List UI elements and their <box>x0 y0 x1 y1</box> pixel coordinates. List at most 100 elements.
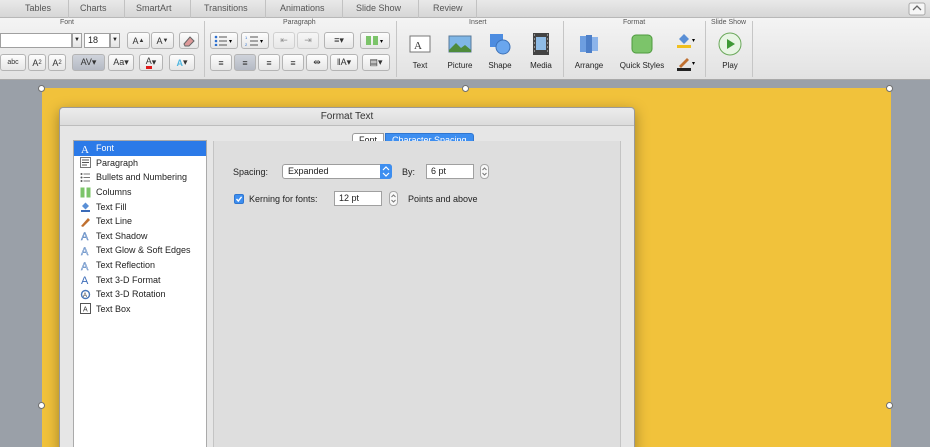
category-text-shadow[interactable]: A Text Shadow <box>74 229 206 244</box>
font-name-dropdown[interactable]: ▼ <box>72 33 82 48</box>
superscript-button[interactable]: A2 <box>28 54 46 71</box>
tab-divider <box>190 0 191 18</box>
justify-button[interactable]: ≡ <box>282 54 304 71</box>
category-font[interactable]: A Font <box>74 141 206 156</box>
format-text-dialog: Format Text Font Character Spacing A Fon… <box>59 107 635 447</box>
grow-font-button[interactable]: A ▲ <box>127 32 150 49</box>
stepper-icon <box>391 194 396 203</box>
bullets-icon: ▾ <box>214 35 232 46</box>
shrink-font-button[interactable]: A ▼ <box>151 32 174 49</box>
collapse-ribbon-icon[interactable] <box>908 2 926 16</box>
tab-animations[interactable]: Animations <box>280 3 325 13</box>
line-spacing-button[interactable]: ≡▾ <box>324 32 354 49</box>
pen-icon <box>81 217 90 227</box>
change-case-button[interactable]: Aa▾ <box>108 54 134 71</box>
arrange-button[interactable]: Arrange <box>566 30 612 78</box>
svg-text:A: A <box>81 144 89 154</box>
play-icon <box>718 32 742 56</box>
category-bullets-numbering[interactable]: Bullets and Numbering <box>74 170 206 185</box>
kerning-field[interactable]: 12 pt <box>334 191 382 206</box>
category-paragraph[interactable]: Paragraph <box>74 156 206 171</box>
shape-icon <box>490 34 511 55</box>
insert-media-button[interactable]: Media <box>518 30 564 78</box>
tab-transitions[interactable]: Transitions <box>204 3 248 13</box>
align-right-button[interactable]: ≡ <box>258 54 280 71</box>
font-size-field[interactable]: 18 <box>84 33 110 48</box>
category-columns[interactable]: Columns <box>74 185 206 200</box>
font-size-dropdown[interactable]: ▼ <box>110 33 120 48</box>
rotation-icon: A <box>80 289 91 299</box>
category-text-box[interactable]: A Text Box <box>74 302 206 317</box>
align-left-button[interactable]: ≡ <box>210 54 232 71</box>
category-label: Paragraph <box>96 157 139 168</box>
tab-tables[interactable]: Tables <box>25 3 51 13</box>
category-text-glow[interactable]: A Text Glow & Soft Edges <box>74 243 206 258</box>
category-text-reflection[interactable]: A Text Reflection <box>74 258 206 273</box>
kerning-stepper[interactable] <box>389 191 398 206</box>
category-label: Columns <box>96 187 132 198</box>
insert-shape-button[interactable]: Shape <box>477 30 523 78</box>
category-text-fill[interactable]: Text Fill <box>74 199 206 214</box>
font-color-button[interactable]: A ▾ <box>139 54 163 71</box>
category-label: Text Fill <box>96 201 127 212</box>
tab-smartart[interactable]: SmartArt <box>136 3 172 13</box>
text-box-icon: A <box>80 303 91 315</box>
character-spacing-button[interactable]: AV▾ <box>72 54 105 71</box>
font-a-icon: A <box>81 144 89 154</box>
by-stepper[interactable] <box>480 164 489 179</box>
resize-handle[interactable] <box>462 85 469 92</box>
kerning-checkbox[interactable] <box>234 194 244 204</box>
3d-a-icon: A <box>81 275 89 285</box>
play-label: Play <box>722 61 738 70</box>
numbering-icon: 1 2 ▾ <box>245 35 263 46</box>
subscript-button[interactable]: A2 <box>48 54 66 71</box>
spacing-label: Spacing: <box>233 167 269 177</box>
shadow-a-icon: A <box>81 231 89 241</box>
resize-handle[interactable] <box>886 402 893 409</box>
columns-button[interactable]: ▾ <box>360 32 390 49</box>
resize-handle[interactable] <box>38 85 45 92</box>
group-divider <box>204 21 205 77</box>
text-direction-button[interactable]: ‖A▾ <box>330 54 358 71</box>
picture-icon <box>448 35 472 53</box>
strikethrough-button[interactable]: abc <box>0 54 26 71</box>
play-button[interactable]: Play <box>707 30 753 78</box>
pen-icon: ▾ <box>677 57 695 71</box>
distribute-button[interactable]: ⇹ <box>306 54 328 71</box>
glow-a-icon: A <box>81 246 89 256</box>
arrange-label: Arrange <box>574 61 604 70</box>
svg-text:A: A <box>81 231 89 241</box>
resize-handle[interactable] <box>886 85 893 92</box>
category-text-3d-rotation[interactable]: A Text 3-D Rotation <box>74 287 206 302</box>
svg-text:▾: ▾ <box>692 61 695 67</box>
shape-line-button[interactable]: ▾ <box>672 54 700 71</box>
tab-slide-show[interactable]: Slide Show <box>356 3 401 13</box>
svg-text:▾: ▾ <box>380 39 383 45</box>
checkmark-icon <box>235 196 243 203</box>
align-text-button[interactable]: ▤▾ <box>362 54 390 71</box>
shape-fill-button[interactable]: ▾ <box>672 31 700 48</box>
svg-text:2: 2 <box>245 42 248 46</box>
svg-text:A: A <box>414 40 422 52</box>
tab-charts[interactable]: Charts <box>80 3 107 13</box>
font-name-field[interactable] <box>0 33 72 48</box>
align-center-button[interactable]: ≡ <box>234 54 256 71</box>
category-text-line[interactable]: Text Line <box>74 214 206 229</box>
decrease-indent-button[interactable]: ⇤ <box>273 32 295 49</box>
category-text-3d-format[interactable]: A Text 3-D Format <box>74 272 206 287</box>
category-label: Text Shadow <box>96 230 148 241</box>
svg-text:A: A <box>81 246 89 256</box>
bullets-button[interactable]: ▾ <box>210 32 238 49</box>
spacing-select[interactable]: Expanded <box>282 164 392 179</box>
by-field[interactable]: 6 pt <box>426 164 474 179</box>
text-box-icon: A <box>409 35 431 53</box>
svg-text:A: A <box>83 307 88 314</box>
resize-handle[interactable] <box>38 402 45 409</box>
tab-review[interactable]: Review <box>433 3 463 13</box>
eraser-icon <box>183 35 195 46</box>
text-effects-button[interactable]: A ▾ <box>169 54 195 71</box>
quick-styles-button[interactable]: Quick Styles <box>614 30 670 78</box>
clear-formatting-button[interactable] <box>179 32 199 49</box>
increase-indent-button[interactable]: ⇥ <box>297 32 319 49</box>
numbering-button[interactable]: 1 2 ▾ <box>241 32 269 49</box>
